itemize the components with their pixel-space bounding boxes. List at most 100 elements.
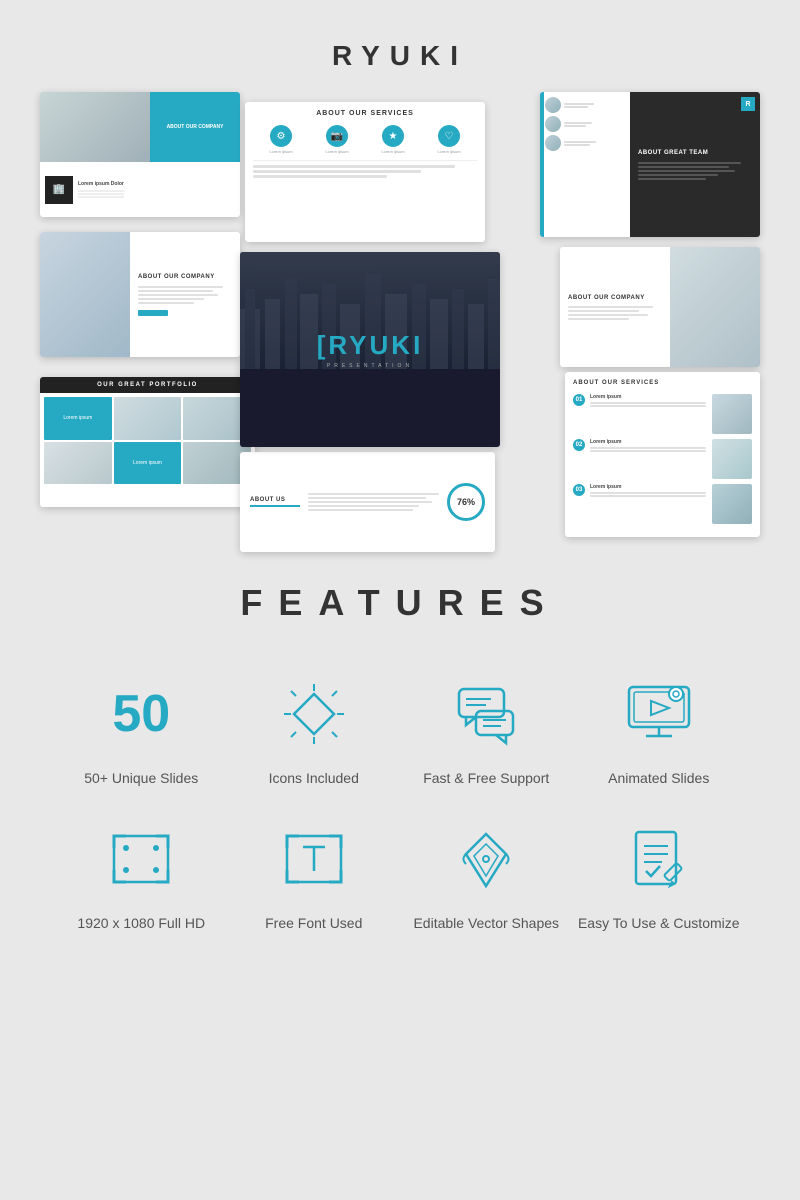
slide-9-texts-3: Lorem ipsum <box>590 484 706 497</box>
icon-circle-4: ♡ <box>438 125 460 147</box>
slide-9-texts-2: Lorem ipsum <box>590 439 706 452</box>
name-lines-2 <box>564 122 592 127</box>
slide-9-item-title-2: Lorem ipsum <box>590 439 706 445</box>
features-section: FEATURES 50 50+ Unique Slides <box>0 582 800 933</box>
person-item-1 <box>545 97 625 113</box>
diamond-svg <box>279 679 349 749</box>
slide-3-badge: R <box>741 97 755 111</box>
portfolio-cell-1: Lorem ipsum <box>44 397 112 440</box>
slide-7: OUR GREAT PORTFOLIO Lorem ipsum Lorem ip… <box>40 377 255 507</box>
slide-3-left <box>540 92 630 237</box>
feature-label-animated: Animated Slides <box>608 769 709 789</box>
feature-label-icons: Icons Included <box>269 769 359 789</box>
slide-2-icons: ⚙ Lorem ipsum 📷 Lorem ipsum ★ Lorem ipsu… <box>253 125 477 154</box>
slide-6-lines <box>568 306 662 320</box>
number-50-icon: 50 <box>101 674 181 754</box>
monitor-svg <box>624 679 694 749</box>
font-frame-icon <box>274 819 354 899</box>
slide-1-image <box>40 92 150 162</box>
slide-4-button <box>138 310 168 316</box>
slide-8-label: ABOUT US <box>250 497 300 507</box>
avatar-1 <box>545 97 561 113</box>
slide-9-image-1 <box>712 394 752 434</box>
icon-circle-3: ★ <box>382 125 404 147</box>
logo-bracket: [ <box>317 330 329 360</box>
slide-1-text: Lorem ipsum Dolor <box>78 181 124 199</box>
slide-3-persons <box>540 92 630 237</box>
slide-5-subtitle: PRESENTATION <box>317 363 424 369</box>
slide-6-left: ABOUT OUR COMPANY <box>560 247 670 367</box>
slide-2-label-1: Lorem ipsum <box>269 149 292 154</box>
monitor-play-icon <box>619 674 699 754</box>
feature-icons-included: Icons Included <box>233 674 396 789</box>
frame-svg <box>106 824 176 894</box>
slide-4: ABOUT OUR COMPANY <box>40 232 240 357</box>
logo-text: YUKI <box>349 330 423 360</box>
slide-3-title: ABOUT GREAT TEAM <box>638 149 752 157</box>
doc-edit-svg <box>624 824 694 894</box>
feature-free-font: Free Font Used <box>233 819 396 934</box>
feature-fast-support: Fast & Free Support <box>405 674 568 789</box>
slide-8: ABOUT US 76% <box>240 452 495 552</box>
slide-7-title: OUR GREAT PORTFOLIO <box>97 382 198 388</box>
slide-4-image <box>40 232 130 357</box>
slide-1-badge-text: ABOUT OUR COMPANY <box>167 124 224 131</box>
name-lines-1 <box>564 103 594 108</box>
slide-8-text <box>308 493 439 511</box>
chat-icon <box>446 674 526 754</box>
features-grid: 50 50+ Unique Slides <box>40 674 760 933</box>
slide-1-label: Lorem ipsum Dolor <box>78 181 124 188</box>
building-icon: 🏢 <box>53 184 65 195</box>
font-frame-svg <box>279 824 349 894</box>
slide-6: ABOUT OUR COMPANY <box>560 247 760 367</box>
portfolio-label-1: Lorem ipsum <box>63 415 92 421</box>
slide-9: ABOUT OUR SERVICES 01 Lorem ipsum 02 Lor… <box>565 372 760 537</box>
slide-1: ABOUT OUR COMPANY 🏢 Lorem ipsum Dolor <box>40 92 240 217</box>
slide-9-item-3: 03 Lorem ipsum <box>573 484 752 524</box>
feature-easy-customize: Easy To Use & Customize <box>578 819 741 934</box>
slide-1-icon: 🏢 <box>45 176 73 204</box>
slide-2-label-3: Lorem ipsum <box>381 149 404 154</box>
slide-9-item-title-3: Lorem ipsum <box>590 484 706 490</box>
feature-editable-vector: Editable Vector Shapes <box>405 819 568 934</box>
slide-5-logo: [RYUKI <box>317 330 424 361</box>
slide-3: R ABOUT GREAT TEAM <box>540 92 760 237</box>
feature-label-support: Fast & Free Support <box>423 769 549 789</box>
feature-label-hd: 1920 x 1080 Full HD <box>77 914 205 934</box>
slide-2-title: ABOUT OUR SERVICES <box>253 110 477 117</box>
slide-7-grid: Lorem ipsum Lorem ipsum <box>40 393 255 488</box>
doc-edit-icon <box>619 819 699 899</box>
slide-9-title: ABOUT OUR SERVICES <box>573 380 752 386</box>
diamond-icon <box>274 674 354 754</box>
feature-label-vector: Editable Vector Shapes <box>413 914 559 934</box>
frame-icon <box>101 819 181 899</box>
slide-3-text <box>638 162 752 180</box>
slide-9-content-2: Lorem ipsum <box>590 439 752 479</box>
feature-full-hd: 1920 x 1080 Full HD <box>60 819 223 934</box>
feature-animated-slides: Animated Slides <box>578 674 741 789</box>
slide-6-title: ABOUT OUR COMPANY <box>568 294 662 302</box>
features-title: FEATURES <box>240 582 559 624</box>
slide-2: ABOUT OUR SERVICES ⚙ Lorem ipsum 📷 Lorem… <box>245 102 485 242</box>
slide-7-header: OUR GREAT PORTFOLIO <box>40 377 255 393</box>
portfolio-cell-2 <box>114 397 182 440</box>
feature-label-font: Free Font Used <box>265 914 362 934</box>
badge-letter: R <box>745 101 750 108</box>
slide-6-image <box>670 247 760 367</box>
slide-9-num-3: 03 <box>573 484 585 496</box>
slide-5-content: [RYUKI PRESENTATION <box>317 330 424 369</box>
portfolio-cell-4 <box>44 442 112 485</box>
slide-5-main: [RYUKI PRESENTATION <box>240 252 500 447</box>
slide-9-item-title-1: Lorem ipsum <box>590 394 706 400</box>
portfolio-label-2: Lorem ipsum <box>133 460 162 466</box>
avatar-3 <box>545 135 561 151</box>
person-item-2 <box>545 116 625 132</box>
slide-9-item-2: 02 Lorem ipsum <box>573 439 752 479</box>
slide-3-right: R ABOUT GREAT TEAM <box>630 92 760 237</box>
logo-letter: R <box>328 330 349 360</box>
feature-number-50: 50 <box>112 688 170 740</box>
portfolio-cell-5: Lorem ipsum <box>114 442 182 485</box>
slide-8-label-section: ABOUT US <box>250 497 300 507</box>
slide-9-item-1: 01 Lorem ipsum <box>573 394 752 434</box>
name-lines-3 <box>564 141 596 146</box>
